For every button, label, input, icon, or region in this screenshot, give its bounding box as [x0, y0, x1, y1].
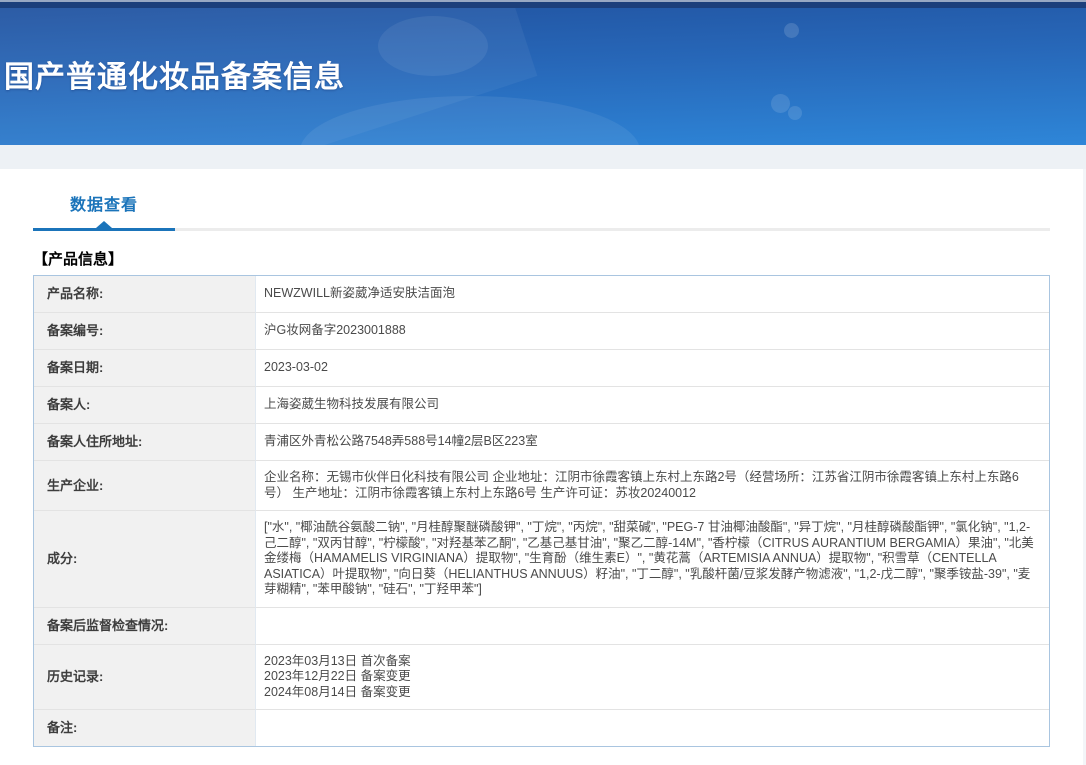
tab-active-underline: [33, 228, 175, 231]
field-value: 2023-03-02: [256, 350, 1049, 387]
decorative-circle: [784, 23, 799, 38]
field-value: 青浦区外青松公路7548弄588号14幢2层B区223室: [256, 424, 1049, 461]
decorative-circle: [771, 94, 790, 113]
field-value: 上海姿葳生物科技发展有限公司: [256, 387, 1049, 424]
field-label: 备案人:: [34, 387, 256, 424]
header-top-strip: [0, 0, 1086, 8]
decorative-ellipse: [378, 16, 488, 76]
tab-bar: 数据查看: [33, 191, 1050, 231]
table-row: 备案后监督检查情况:: [34, 608, 1049, 645]
field-value: [256, 710, 1049, 746]
table-row: 备案人: 上海姿葳生物科技发展有限公司: [34, 387, 1049, 424]
table-row: 备注:: [34, 710, 1049, 746]
field-value: [256, 608, 1049, 645]
field-label: 备案人住所地址:: [34, 424, 256, 461]
table-row: 备案人住所地址: 青浦区外青松公路7548弄588号14幢2层B区223室: [34, 424, 1049, 461]
table-row: 历史记录: 2023年03月13日 首次备案 2023年12月22日 备案变更 …: [34, 645, 1049, 711]
field-value: NEWZWILL新姿葳净适安肤洁面泡: [256, 276, 1049, 313]
page-header-banner: 国产普通化妆品备案信息: [0, 0, 1086, 145]
field-label: 历史记录:: [34, 645, 256, 711]
field-value-history: 2023年03月13日 首次备案 2023年12月22日 备案变更 2024年0…: [256, 645, 1049, 711]
tab-data-view-label: 数据查看: [70, 197, 138, 214]
field-value-ingredients: ["水", "椰油酰谷氨酸二钠", "月桂醇聚醚磷酸钾", "丁烷", "丙烷"…: [256, 511, 1049, 608]
field-label: 备注:: [34, 710, 256, 746]
table-row: 成分: ["水", "椰油酰谷氨酸二钠", "月桂醇聚醚磷酸钾", "丁烷", …: [34, 511, 1049, 608]
field-label: 备案日期:: [34, 350, 256, 387]
decorative-circle: [788, 106, 802, 120]
field-label: 生产企业:: [34, 461, 256, 511]
tab-data-view[interactable]: 数据查看: [33, 191, 175, 228]
table-row: 备案日期: 2023-03-02: [34, 350, 1049, 387]
content-card: 数据查看 【产品信息】 产品名称: NEWZWILL新姿葳净适安肤洁面泡 备案编…: [0, 169, 1086, 765]
product-info-table: 产品名称: NEWZWILL新姿葳净适安肤洁面泡 备案编号: 沪G妆网备字202…: [33, 275, 1050, 747]
section-heading-product-info: 【产品信息】: [33, 248, 1050, 269]
table-row: 备案编号: 沪G妆网备字2023001888: [34, 313, 1049, 350]
field-label: 备案后监督检查情况:: [34, 608, 256, 645]
tab-active-indicator-icon: [96, 221, 112, 228]
field-label: 备案编号:: [34, 313, 256, 350]
field-value: 企业名称：无锡市伙伴日化科技有限公司 企业地址：江阴市徐霞客镇上东村上东路2号（…: [256, 461, 1049, 511]
field-value: 沪G妆网备字2023001888: [256, 313, 1049, 350]
page-title: 国产普通化妆品备案信息: [4, 52, 345, 96]
field-label: 成分:: [34, 511, 256, 608]
table-row: 生产企业: 企业名称：无锡市伙伴日化科技有限公司 企业地址：江阴市徐霞客镇上东村…: [34, 461, 1049, 511]
field-label: 产品名称:: [34, 276, 256, 313]
table-row: 产品名称: NEWZWILL新姿葳净适安肤洁面泡: [34, 276, 1049, 313]
